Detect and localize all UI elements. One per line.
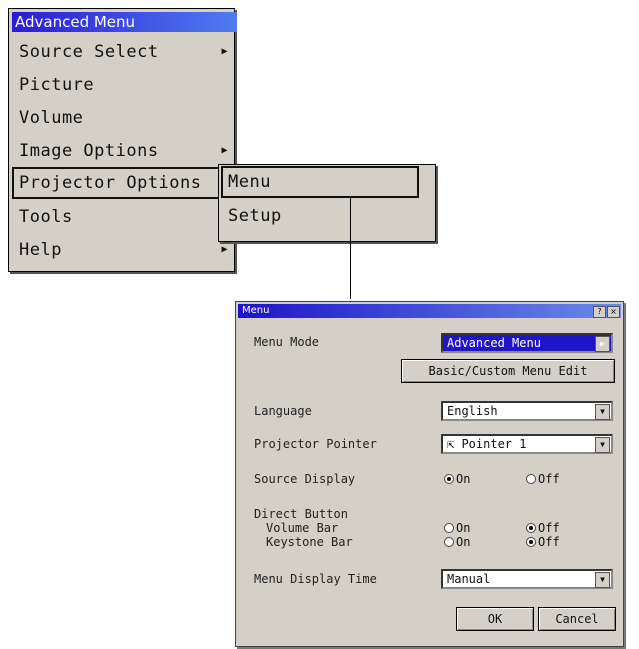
close-icon[interactable]: × <box>607 306 620 318</box>
menu-item-volume[interactable]: Volume <box>12 102 232 134</box>
menu-display-time-select[interactable]: Manual ▼ <box>441 569 613 589</box>
menu-item-label: Image Options <box>19 141 159 161</box>
menu-item-label: Volume <box>19 108 84 128</box>
chevron-down-icon[interactable]: ▼ <box>595 437 610 453</box>
menu-item-label: Tools <box>19 207 73 227</box>
language-label: Language <box>254 404 312 418</box>
submenu-item-label: Menu <box>228 172 271 192</box>
source-display-label: Source Display <box>254 472 356 486</box>
menu-display-time-value: Manual <box>447 572 491 586</box>
pointer-value: Pointer 1 <box>461 437 527 451</box>
menu-item-tools[interactable]: Tools ▶ <box>12 201 232 233</box>
radio-unselected-icon <box>444 537 454 547</box>
projector-pointer-select[interactable]: ⇱ Pointer 1 ▼ <box>441 434 613 454</box>
main-popup-menu: Advanced Menu Source Select ▶ Picture Vo… <box>8 8 237 272</box>
submenu-arrow-icon: ▶ <box>221 145 228 156</box>
radio-label: On <box>456 472 471 486</box>
menu-title: Advanced Menu <box>12 12 237 32</box>
radio-selected-icon <box>526 523 536 533</box>
language-select[interactable]: English ▼ <box>441 401 613 421</box>
radio-unselected-icon <box>444 523 454 533</box>
help-icon[interactable]: ? <box>593 306 606 318</box>
menu-item-label: Picture <box>19 75 95 95</box>
direct-button-label: Direct Button <box>254 507 348 521</box>
menu-display-time-label: Menu Display Time <box>254 572 377 586</box>
volume-bar-off-radio[interactable]: Off <box>526 521 560 535</box>
ok-button[interactable]: OK <box>456 607 534 631</box>
volume-bar-label: Volume Bar <box>266 521 339 535</box>
projector-pointer-label: Projector Pointer <box>254 437 377 451</box>
source-display-on-radio[interactable]: On <box>444 472 470 486</box>
menu-item-picture[interactable]: Picture <box>12 69 232 101</box>
menu-item-source-select[interactable]: Source Select ▶ <box>12 36 232 68</box>
source-display-off-radio[interactable]: Off <box>526 472 560 486</box>
keystone-bar-off-radio[interactable]: Off <box>526 535 560 549</box>
menu-mode-select[interactable]: Advanced Menu ▶ <box>441 333 613 353</box>
callout-connector-line <box>350 197 351 299</box>
menu-mode-label: Menu Mode <box>254 335 320 349</box>
radio-label: On <box>456 535 471 549</box>
basic-custom-menu-edit-button[interactable]: Basic/Custom Menu Edit <box>401 359 615 383</box>
radio-label: Off <box>538 535 560 549</box>
submenu-item-setup[interactable]: Setup <box>221 200 421 232</box>
radio-selected-icon <box>526 537 536 547</box>
radio-selected-icon <box>444 474 454 484</box>
dialog-titlebar: Menu ? × <box>238 304 621 318</box>
projector-options-submenu: Menu Setup <box>218 164 436 242</box>
chevron-down-icon[interactable]: ▶ <box>595 336 610 352</box>
menu-item-help[interactable]: Help ▶ <box>12 234 232 266</box>
menu-item-label: Source Select <box>19 42 159 62</box>
chevron-down-icon[interactable]: ▼ <box>595 404 610 420</box>
dialog-title: Menu <box>242 305 270 316</box>
keystone-bar-on-radio[interactable]: On <box>444 535 470 549</box>
pointer-arrow-icon: ⇱ <box>447 437 462 451</box>
menu-item-label: Help <box>19 240 62 260</box>
keystone-bar-label: Keystone Bar <box>266 535 353 549</box>
menu-item-image-options[interactable]: Image Options ▶ <box>12 135 232 167</box>
menu-item-projector-options[interactable]: Projector Options ▶ <box>12 167 232 199</box>
submenu-item-menu[interactable]: Menu <box>221 166 419 198</box>
radio-unselected-icon <box>526 474 536 484</box>
menu-mode-value: Advanced Menu <box>447 336 541 350</box>
chevron-down-icon[interactable]: ▼ <box>595 572 610 588</box>
radio-label: On <box>456 521 471 535</box>
volume-bar-on-radio[interactable]: On <box>444 521 470 535</box>
menu-dialog: Menu ? × Menu Mode Advanced Menu ▶ Basic… <box>235 301 624 647</box>
submenu-item-label: Setup <box>228 206 282 226</box>
cancel-button[interactable]: Cancel <box>538 607 616 631</box>
radio-label: Off <box>538 472 560 486</box>
submenu-arrow-icon: ▶ <box>221 46 228 57</box>
menu-item-label: Projector Options <box>19 173 202 193</box>
radio-label: Off <box>538 521 560 535</box>
language-value: English <box>447 404 498 418</box>
